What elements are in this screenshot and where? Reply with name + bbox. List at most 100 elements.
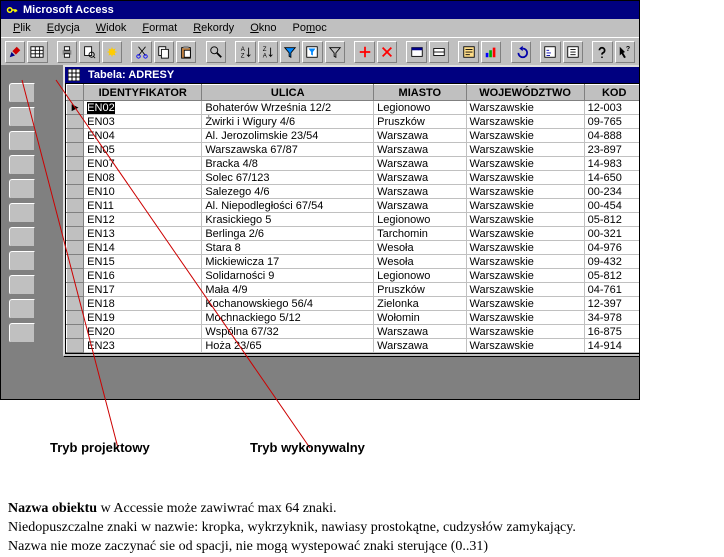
table-row[interactable]: EN17Mała 4/9PruszkówWarszawskie04-761786… xyxy=(67,283,640,297)
cell[interactable]: 00-234 xyxy=(584,185,639,199)
cell[interactable]: 14-650 xyxy=(584,171,639,185)
cell[interactable]: Żwirki i Wigury 4/6 xyxy=(202,115,374,129)
table-row[interactable]: EN14Stara 8WesołaWarszawskie04-976764-00… xyxy=(67,241,640,255)
cell[interactable]: Warszawskie xyxy=(466,129,584,143)
cell[interactable]: EN19 xyxy=(84,311,202,325)
cell[interactable]: Hoża 23/65 xyxy=(202,339,374,353)
cell[interactable]: Warszawa xyxy=(374,171,466,185)
help-button[interactable] xyxy=(592,41,612,63)
cell[interactable]: Solidarności 9 xyxy=(202,269,374,283)
cell[interactable]: Warszawskie xyxy=(466,171,584,185)
cell[interactable]: 09-432 xyxy=(584,255,639,269)
cell[interactable]: 04-888 xyxy=(584,129,639,143)
menu-widok[interactable]: Widok xyxy=(88,22,135,34)
cell[interactable]: Warszawskie xyxy=(466,157,584,171)
table-row[interactable]: EN11Al. Niepodległości 67/54WarszawaWars… xyxy=(67,199,640,213)
cell[interactable]: Zielonka xyxy=(374,297,466,311)
cell[interactable]: EN23 xyxy=(84,339,202,353)
cell[interactable]: 14-983 xyxy=(584,157,639,171)
cell[interactable]: 00-454 xyxy=(584,199,639,213)
row-selector[interactable] xyxy=(67,325,84,339)
new-record-button[interactable] xyxy=(354,41,374,63)
cell[interactable]: EN13 xyxy=(84,227,202,241)
print-preview-button[interactable] xyxy=(79,41,99,63)
row-selector[interactable] xyxy=(67,227,84,241)
cell[interactable]: 12-397 xyxy=(584,297,639,311)
cell[interactable]: Warszawskie xyxy=(466,143,584,157)
row-selector[interactable] xyxy=(67,129,84,143)
cell[interactable]: Warszawskie xyxy=(466,199,584,213)
table-row[interactable]: EN15Mickiewicza 17WesołaWarszawskie09-43… xyxy=(67,255,640,269)
cell[interactable]: Berlinga 2/6 xyxy=(202,227,374,241)
row-selector[interactable] xyxy=(67,185,84,199)
cell[interactable]: Warszawskie xyxy=(466,101,584,115)
apply-filter-button[interactable] xyxy=(325,41,345,63)
select-all-handle[interactable] xyxy=(67,85,84,101)
table-row[interactable]: EN23Hoża 23/65WarszawaWarszawskie14-914 xyxy=(67,339,640,353)
cell[interactable]: Al. Jerozolimskie 23/54 xyxy=(202,129,374,143)
new-object-button[interactable] xyxy=(429,41,449,63)
cell[interactable]: Krasickiego 5 xyxy=(202,213,374,227)
cell[interactable]: Warszawska 67/87 xyxy=(202,143,374,157)
db-tab-8[interactable] xyxy=(9,251,35,271)
cell[interactable]: Warszawskie xyxy=(466,283,584,297)
datasheet-view-button[interactable] xyxy=(27,41,47,63)
datasheet-grid[interactable]: IDENTYFIKATOR ULICA MIASTO WOJEWÓDZTWO K… xyxy=(65,83,639,354)
cell[interactable]: EN17 xyxy=(84,283,202,297)
menu-plik[interactable]: Plik xyxy=(5,22,39,34)
cell[interactable]: 14-914 xyxy=(584,339,639,353)
cell[interactable]: EN05 xyxy=(84,143,202,157)
cell[interactable]: Salezego 4/6 xyxy=(202,185,374,199)
col-wojewodztwo[interactable]: WOJEWÓDZTWO xyxy=(466,85,584,101)
cell[interactable]: Warszawskie xyxy=(466,311,584,325)
db-tab-2[interactable] xyxy=(9,107,35,127)
cell[interactable]: 23-897 xyxy=(584,143,639,157)
sort-asc-button[interactable]: AZ xyxy=(235,41,255,63)
table-row[interactable]: EN05Warszawska 67/87WarszawaWarszawskie2… xyxy=(67,143,640,157)
cell[interactable]: Warszawa xyxy=(374,325,466,339)
cell[interactable]: Legionowo xyxy=(374,213,466,227)
table-row[interactable]: EN18Kochanowskiego 56/4ZielonkaWarszawsk… xyxy=(67,297,640,311)
table-row[interactable]: EN13Berlinga 2/6TarchominWarszawskie00-3… xyxy=(67,227,640,241)
new-button[interactable] xyxy=(102,41,122,63)
undo-button[interactable] xyxy=(511,41,531,63)
cell[interactable]: EN10 xyxy=(84,185,202,199)
filter-form-button[interactable] xyxy=(302,41,322,63)
cell[interactable]: 05-812 xyxy=(584,213,639,227)
cell[interactable]: Warszawskie xyxy=(466,185,584,199)
row-selector[interactable] xyxy=(67,255,84,269)
row-selector[interactable] xyxy=(67,115,84,129)
menu-format[interactable]: Format xyxy=(134,22,185,34)
row-selector[interactable] xyxy=(67,269,84,283)
table-row[interactable]: EN10Salezego 4/6WarszawaWarszawskie00-23… xyxy=(67,185,640,199)
menu-okno[interactable]: Okno xyxy=(242,22,284,34)
table-row[interactable]: EN04Al. Jerozolimskie 23/54WarszawaWarsz… xyxy=(67,129,640,143)
analyze-button[interactable] xyxy=(481,41,501,63)
cell[interactable]: Stara 8 xyxy=(202,241,374,255)
col-ulica[interactable]: ULICA xyxy=(202,85,374,101)
cell[interactable]: Wesoła xyxy=(374,241,466,255)
cell[interactable]: Warszawa xyxy=(374,339,466,353)
cell[interactable]: EN07 xyxy=(84,157,202,171)
row-selector[interactable]: ▶ xyxy=(67,101,84,115)
cell[interactable]: EN18 xyxy=(84,297,202,311)
cell[interactable]: Warszawskie xyxy=(466,115,584,129)
cell[interactable]: Mickiewicza 17 xyxy=(202,255,374,269)
cell[interactable]: 34-978 xyxy=(584,311,639,325)
cell[interactable]: EN02 xyxy=(84,101,202,115)
cell[interactable]: EN04 xyxy=(84,129,202,143)
cell[interactable]: Pruszków xyxy=(374,283,466,297)
table-row[interactable]: EN08Solec 67/123WarszawaWarszawskie14-65… xyxy=(67,171,640,185)
cell[interactable]: 12-003 xyxy=(584,101,639,115)
table-row[interactable]: EN12Krasickiego 5LegionowoWarszawskie05-… xyxy=(67,213,640,227)
cell[interactable]: Wesoła xyxy=(374,255,466,269)
cell[interactable]: Warszawa xyxy=(374,199,466,213)
row-selector[interactable] xyxy=(67,241,84,255)
autoform-button[interactable] xyxy=(458,41,478,63)
col-identyfikator[interactable]: IDENTYFIKATOR xyxy=(84,85,202,101)
cell[interactable]: EN15 xyxy=(84,255,202,269)
cell[interactable]: Legionowo xyxy=(374,269,466,283)
row-selector[interactable] xyxy=(67,283,84,297)
sort-desc-button[interactable]: ZA xyxy=(258,41,278,63)
db-tab-4[interactable] xyxy=(9,155,35,175)
